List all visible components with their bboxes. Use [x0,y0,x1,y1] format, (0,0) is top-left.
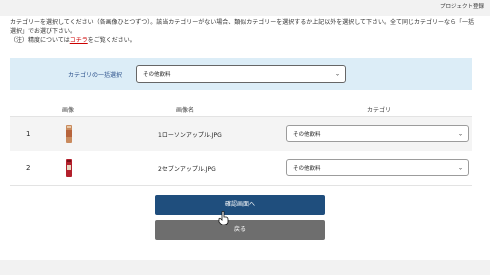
back-button[interactable]: 戻る [155,220,325,240]
table-row: 1 1ローソンアップル.JPG その他飲料 ⌄ [10,117,472,152]
note-prefix: （注）精度については [10,37,70,44]
bulk-category-value: その他飲料 [143,72,171,78]
table-header: 画像 画像名 カテゴリ [10,102,472,117]
accuracy-link[interactable]: コチラ [70,37,88,44]
product-thumbnail [66,125,72,143]
bulk-category-select[interactable]: その他飲料 ⌄ [136,65,346,83]
bulk-select-panel: カテゴリの一括選択 その他飲料 ⌄ [10,58,472,90]
product-thumbnail [66,159,72,177]
row-number: 2 [26,164,31,172]
confirm-button[interactable]: 確認画面へ [155,195,325,215]
table-row: 2 2セブンアップル.JPG その他飲料 ⌄ [10,151,472,186]
top-bar: プロジェクト登録 [0,0,490,14]
row-category-value: その他飲料 [293,165,321,172]
chevron-down-icon: ⌄ [457,130,463,137]
row-category-select[interactable]: その他飲料 ⌄ [286,125,469,142]
row-number: 1 [26,130,31,138]
col-header-category: カテゴリ [367,107,392,114]
row-filename: 1ローソンアップル.JPG [158,132,222,139]
chevron-down-icon: ⌄ [334,70,340,78]
note-suffix: をご覧ください。 [87,37,136,44]
hand-cursor-icon [218,211,229,225]
row-category-select[interactable]: その他飲料 ⌄ [286,159,469,176]
col-header-name: 画像名 [176,107,195,114]
instructions-text: カテゴリーを選択してください（各画像ひとつずつ）。該当カテゴリーがない場合、類似… [10,19,475,35]
row-filename: 2セブンアップル.JPG [158,166,216,173]
accuracy-note: （注）精度についてはコチラをご覧ください。 [10,36,480,45]
row-category-value: その他飲料 [293,131,321,138]
col-header-image: 画像 [62,107,75,114]
project-register-link[interactable]: プロジェクト登録 [440,2,484,10]
chevron-down-icon: ⌄ [457,164,463,171]
instructions: カテゴリーを選択してください（各画像ひとつずつ）。該当カテゴリーがない場合、類似… [10,18,480,45]
bulk-select-label: カテゴリの一括選択 [68,72,123,79]
